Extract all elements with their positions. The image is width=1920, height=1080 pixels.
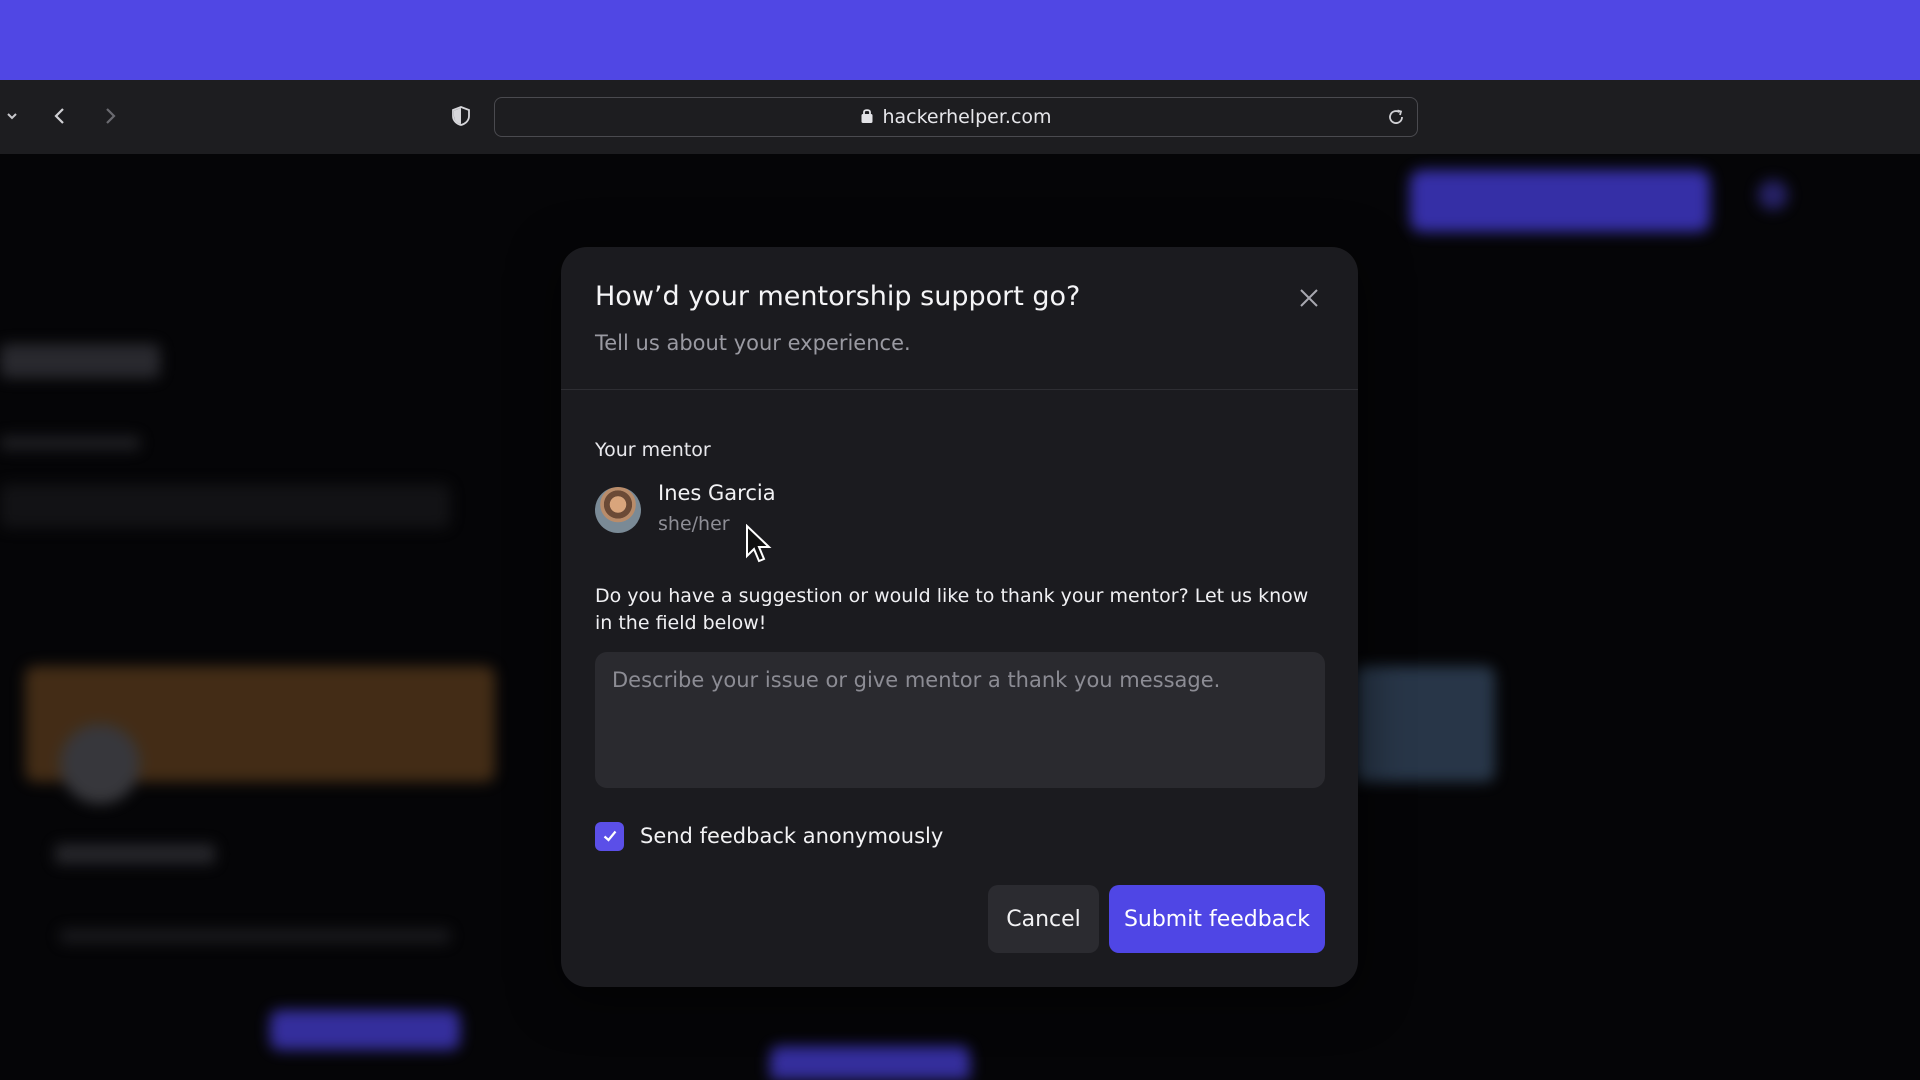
- bg-button: [1410, 170, 1710, 232]
- bg-card-avatar: [60, 724, 140, 804]
- anonymous-label: Send feedback anonymously: [640, 824, 944, 848]
- lock-icon: [860, 107, 874, 128]
- bg-avatar: [1758, 180, 1788, 210]
- chevron-down-icon[interactable]: [0, 98, 30, 134]
- mouse-pointer-icon: [746, 524, 772, 563]
- anonymous-option[interactable]: Send feedback anonymously: [595, 821, 943, 851]
- mentor-name: Ines Garcia: [658, 481, 776, 505]
- bg-card-line: [60, 929, 450, 943]
- bg-text: [0, 436, 140, 450]
- mentor-label: Your mentor: [595, 439, 711, 461]
- back-icon[interactable]: [42, 98, 78, 134]
- modal-subtitle: Tell us about your experience.: [595, 331, 911, 355]
- feedback-textarea[interactable]: [595, 652, 1325, 788]
- bg-card-title: [55, 844, 215, 864]
- bg-heading: [0, 344, 160, 378]
- top-color-band: [0, 0, 1920, 80]
- close-icon[interactable]: [1294, 283, 1324, 313]
- avatar: [595, 487, 641, 533]
- cancel-button[interactable]: Cancel: [988, 885, 1099, 953]
- submit-feedback-button[interactable]: Submit feedback: [1109, 885, 1325, 953]
- anonymous-checkbox[interactable]: [595, 821, 624, 851]
- checkmark-icon: [603, 830, 616, 842]
- feedback-modal: How’d your mentorship support go? Tell u…: [561, 247, 1358, 987]
- bg-search: [0, 484, 450, 528]
- address-bar[interactable]: hackerhelper.com: [494, 97, 1418, 137]
- modal-title: How’d your mentorship support go?: [595, 281, 1081, 312]
- forward-icon[interactable]: [92, 98, 128, 134]
- bg-card-banner-right: [1355, 666, 1495, 782]
- reload-icon[interactable]: [1383, 104, 1409, 130]
- mentor-pronouns: she/her: [658, 513, 730, 535]
- shield-icon[interactable]: [443, 98, 479, 134]
- feedback-prompt: Do you have a suggestion or would like t…: [595, 585, 1309, 634]
- bg-card-button-center: [770, 1046, 970, 1080]
- url-text: hackerhelper.com: [882, 106, 1052, 128]
- modal-header: How’d your mentorship support go? Tell u…: [561, 247, 1358, 390]
- bg-card-button: [270, 1010, 460, 1050]
